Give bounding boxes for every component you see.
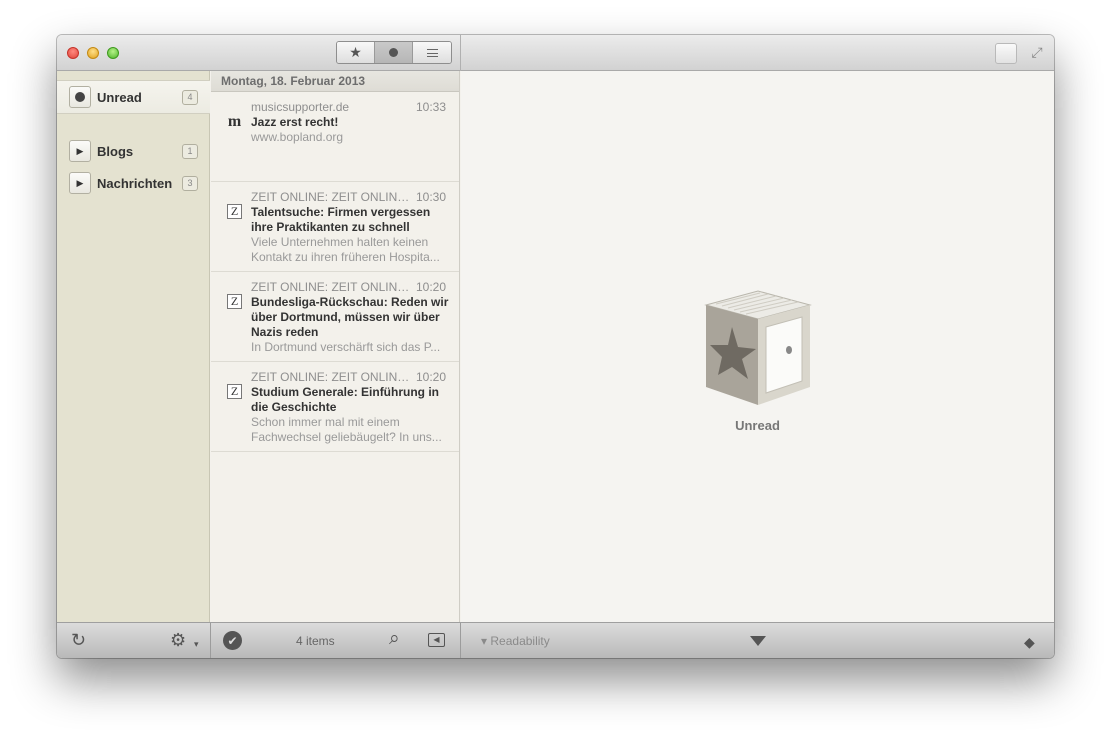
zoom-window-button[interactable] bbox=[107, 47, 119, 59]
bottom-toolbar: ↻ ⚙ ▾ ✔ 4 items ⌕ ◀ ▾ Readability ◆ bbox=[57, 622, 1054, 658]
article-source: musicsupporter.de bbox=[251, 100, 350, 114]
search-icon[interactable]: ⌕ bbox=[389, 629, 400, 648]
article-row[interactable]: Z ZEIT ONLINE: ZEIT ONLINE:... 10:20 Bun… bbox=[211, 272, 459, 362]
article-source: ZEIT ONLINE: ZEIT ONLINE:... bbox=[251, 370, 411, 384]
toolbar-divider bbox=[460, 623, 461, 658]
back-arrow-icon: ◀ bbox=[428, 633, 445, 647]
sidebar-item-unread[interactable]: Unread 4 bbox=[57, 80, 210, 114]
article-summary: www.bopland.org bbox=[251, 130, 344, 144]
unread-count-badge: 3 bbox=[182, 175, 198, 191]
sidebar-item-blogs[interactable]: ▶ Blogs 1 bbox=[57, 135, 210, 167]
feed-logo-icon: m bbox=[227, 112, 242, 130]
article-time: 10:20 bbox=[415, 280, 446, 294]
article-row[interactable]: Z ZEIT ONLINE: ZEIT ONLINE:... 10:20 Stu… bbox=[211, 362, 459, 452]
star-icon: ★ bbox=[349, 44, 362, 60]
toolbar-divider bbox=[460, 35, 461, 71]
article-source: ZEIT ONLINE: ZEIT ONLINE:... bbox=[251, 190, 411, 204]
filter-all-button[interactable] bbox=[413, 42, 451, 63]
article-summary: In Dortmund verschärft sich das P... bbox=[251, 340, 441, 354]
fullscreen-icon[interactable]: ⤢ bbox=[1029, 44, 1045, 60]
sidebar-item-label: Blogs bbox=[97, 143, 134, 159]
unread-count-badge: 1 bbox=[182, 143, 198, 159]
disclosure-triangle-icon[interactable]: ▶ bbox=[69, 172, 91, 194]
article-row[interactable]: m musicsupporter.de 10:33 Jazz erst rech… bbox=[211, 92, 459, 182]
dot-icon bbox=[69, 86, 91, 108]
article-time: 10:30 bbox=[415, 190, 446, 204]
disclosure-triangle-icon[interactable]: ▶ bbox=[69, 140, 91, 162]
minimize-window-button[interactable] bbox=[87, 47, 99, 59]
article-title: Studium Generale: Einführung in die Gesc… bbox=[251, 385, 440, 414]
unread-count-badge: 4 bbox=[182, 89, 198, 105]
article-summary: Viele Unternehmen halten keinen Kontakt … bbox=[251, 235, 440, 264]
article-title: Talentsuche: Firmen vergessen ihre Prakt… bbox=[251, 205, 431, 234]
reading-pane: Unread bbox=[461, 71, 1054, 622]
zeit-logo-icon: Z bbox=[227, 204, 242, 219]
filter-segmented-control: ★ bbox=[336, 41, 452, 64]
dot-icon bbox=[389, 48, 398, 57]
mark-all-read-button[interactable]: ✔ bbox=[223, 631, 242, 650]
filter-starred-button[interactable]: ★ bbox=[337, 42, 375, 63]
toolbar-divider bbox=[210, 623, 211, 658]
sidebar-item-nachrichten[interactable]: ▶ Nachrichten 3 bbox=[57, 167, 210, 199]
close-window-button[interactable] bbox=[67, 47, 79, 59]
article-source: ZEIT ONLINE: ZEIT ONLINE:... bbox=[251, 280, 411, 294]
sidebar-item-label: Nachrichten bbox=[97, 175, 173, 191]
article-time: 10:33 bbox=[415, 100, 446, 114]
cube-icon[interactable]: ◆ bbox=[1024, 633, 1035, 651]
checkmark-icon: ✔ bbox=[223, 631, 242, 650]
article-row[interactable]: Z ZEIT ONLINE: ZEIT ONLINE:... 10:30 Tal… bbox=[211, 182, 459, 272]
empty-state-label: Unread bbox=[735, 418, 780, 433]
sidebar-item-label: Unread bbox=[97, 89, 142, 105]
zeit-logo-icon: Z bbox=[227, 384, 242, 399]
date-header: Montag, 18. Februar 2013 bbox=[211, 71, 459, 92]
gear-icon[interactable]: ⚙ bbox=[170, 631, 186, 649]
unread-box-icon bbox=[704, 290, 812, 405]
readability-menu[interactable]: ▾ Readability bbox=[481, 634, 550, 648]
app-window: ★ ⤢ Unread 4 ▶ Blogs 1 ▶ Nachrichten 3 M… bbox=[57, 35, 1054, 658]
chevron-down-icon[interactable]: ▾ bbox=[194, 635, 199, 653]
lines-icon bbox=[426, 48, 438, 57]
article-title: Jazz erst recht! bbox=[251, 115, 339, 129]
share-triangle-icon[interactable] bbox=[750, 636, 766, 646]
items-count: 4 items bbox=[296, 634, 335, 648]
refresh-icon[interactable]: ↻ bbox=[71, 631, 86, 649]
readability-label: Readability bbox=[490, 634, 550, 648]
toolbar-square-button[interactable] bbox=[995, 43, 1017, 64]
title-bar: ★ ⤢ bbox=[57, 35, 1054, 71]
article-list: Montag, 18. Februar 2013 m musicsupporte… bbox=[211, 71, 460, 622]
article-title: Bundesliga-Rückschau: Reden wir über Dor… bbox=[251, 295, 449, 339]
article-time: 10:20 bbox=[415, 370, 446, 384]
chevron-down-icon: ▾ bbox=[481, 634, 488, 648]
zeit-logo-icon: Z bbox=[227, 294, 242, 309]
filter-unread-button[interactable] bbox=[375, 42, 413, 63]
collapse-list-button[interactable]: ◀ bbox=[428, 633, 445, 647]
article-summary: Schon immer mal mit einem Fachwechsel ge… bbox=[251, 415, 442, 444]
sidebar: Unread 4 ▶ Blogs 1 ▶ Nachrichten 3 bbox=[57, 71, 210, 622]
